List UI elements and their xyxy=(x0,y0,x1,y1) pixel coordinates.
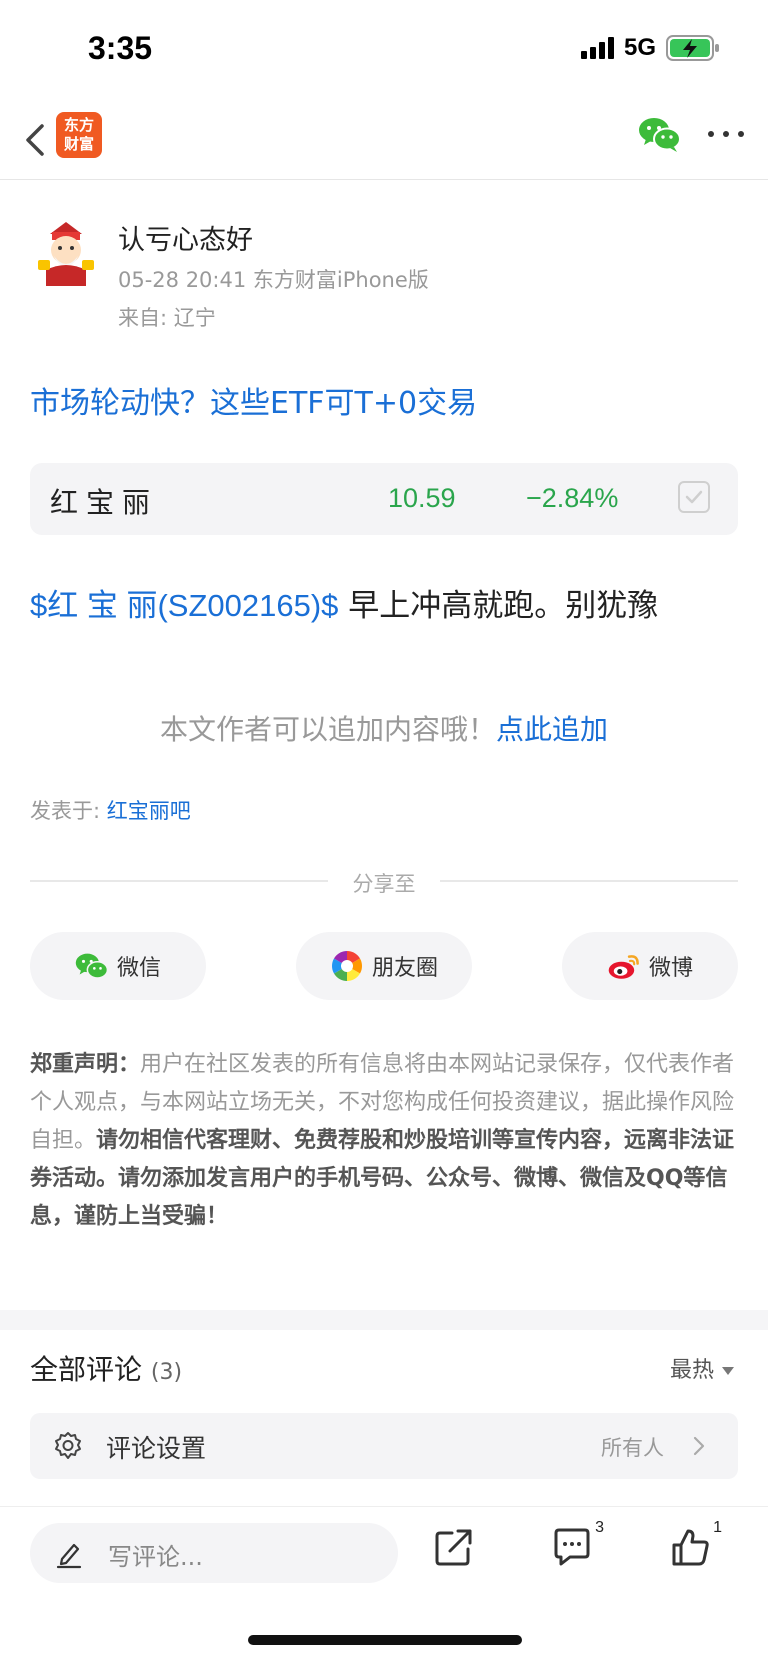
add-to-watchlist-checkbox-icon[interactable] xyxy=(678,481,710,513)
status-indicators: 5G xyxy=(580,34,720,62)
home-indicator xyxy=(248,1635,522,1645)
promo-link[interactable]: 市场轮动快？这些ETF可T+0交易 xyxy=(30,378,477,422)
append-text: 本文作者可以追加内容哦！ xyxy=(159,713,496,746)
comment-settings-label: 评论设置 xyxy=(106,1434,207,1463)
network-label: 5G xyxy=(623,34,656,61)
posted-in: 发表于: 红宝丽吧 xyxy=(30,795,191,825)
signal-icon xyxy=(580,37,614,59)
comment-count-badge: 3 xyxy=(595,1519,604,1536)
pencil-icon xyxy=(56,1543,82,1569)
share-moments-label: 朋友圈 xyxy=(371,956,438,981)
post-text: 早上冲高就跑。别犹豫 xyxy=(338,588,659,624)
disclaimer: 郑重声明：用户在社区发表的所有信息将由本网站记录保存，仅代表作者个人观点，与本网… xyxy=(30,1046,738,1236)
posted-in-label: 发表于: xyxy=(30,799,107,823)
status-time: 3:35 xyxy=(88,30,153,66)
sort-dropdown[interactable]: 最热 xyxy=(670,1352,734,1384)
write-comment-input[interactable]: 写评论... xyxy=(30,1523,398,1583)
comment-settings-value: 所有人 xyxy=(601,1436,664,1460)
more-dots-icon[interactable] xyxy=(708,122,744,146)
comment-bubble-icon xyxy=(554,1528,590,1566)
share-divider: 分享至 xyxy=(30,868,738,896)
wechat-icon xyxy=(75,953,109,979)
post-body: $红 宝 丽(SZ002165)$ 早上冲高就跑。别犹豫 xyxy=(30,580,658,625)
stock-quote-card[interactable]: 红宝丽 10.59 −2.84% xyxy=(30,463,738,535)
weibo-icon xyxy=(608,955,639,979)
bottom-action-bar: 写评论... 3 1 xyxy=(0,1506,768,1663)
comments-title: 全部评论 (3) xyxy=(30,1348,182,1388)
stock-price: 10.59 xyxy=(388,483,456,513)
like-count-badge: 1 xyxy=(713,1519,722,1536)
author-name[interactable]: 认亏心态好 xyxy=(118,218,253,257)
append-content-prompt: 本文作者可以追加内容哦！点此追加 xyxy=(0,708,768,748)
share-weibo-label: 微博 xyxy=(648,956,693,981)
disclaimer-warning: 请勿相信代客理财、免费荐股和炒股培训等宣传内容，远离非法证券活动。请勿添加发言用… xyxy=(30,1128,735,1229)
forum-link[interactable]: 红宝丽吧 xyxy=(107,799,191,823)
section-divider xyxy=(0,1310,768,1330)
comment-settings-row[interactable]: 评论设置 所有人 xyxy=(30,1413,738,1479)
wechat-share-icon[interactable] xyxy=(638,114,682,154)
sort-label: 最热 xyxy=(669,1358,714,1383)
back-chevron-icon[interactable] xyxy=(18,118,54,162)
comments-header: 全部评论 (3) 最热 xyxy=(30,1346,738,1390)
avatar[interactable] xyxy=(36,220,96,286)
caret-down-icon xyxy=(722,1367,734,1375)
share-wechat-button[interactable]: 微信 xyxy=(30,932,206,1000)
share-wechat-label: 微信 xyxy=(116,956,161,981)
comment-button[interactable]: 3 xyxy=(550,1519,604,1569)
comment-placeholder: 写评论... xyxy=(108,1543,203,1571)
gear-icon xyxy=(55,1432,81,1459)
append-link[interactable]: 点此追加 xyxy=(496,713,608,746)
stock-name: 红宝丽 xyxy=(50,486,159,519)
chevron-right-icon xyxy=(693,1436,705,1456)
post-time-source: 05-28 20:41 东方财富iPhone版 xyxy=(118,268,429,292)
thumbs-up-icon xyxy=(672,1529,709,1566)
share-buttons: 微信 朋友圈 微博 xyxy=(30,932,738,1000)
status-bar: 3:35 5G xyxy=(0,0,768,100)
top-nav: 东方 财富 xyxy=(0,100,768,180)
logo-line-2: 财富 xyxy=(63,135,94,153)
comments-count: (3) xyxy=(150,1360,183,1385)
like-button[interactable]: 1 xyxy=(668,1519,722,1569)
share-moments-button[interactable]: 朋友圈 xyxy=(296,932,472,1000)
share-weibo-button[interactable]: 微博 xyxy=(562,932,738,1000)
post-location: 来自: 辽宁 xyxy=(118,306,216,330)
logo-line-1: 东方 xyxy=(63,116,94,134)
moments-icon xyxy=(331,951,362,981)
battery-charging-icon xyxy=(666,35,719,61)
comments-title-label: 全部评论 xyxy=(30,1353,143,1386)
author-header: 认亏心态好 05-28 20:41 东方财富iPhone版 来自: 辽宁 xyxy=(30,210,740,340)
app-logo[interactable]: 东方 财富 xyxy=(56,112,102,158)
share-label: 分享至 xyxy=(352,872,416,896)
share-external-icon[interactable] xyxy=(432,1525,476,1569)
stock-change: −2.84% xyxy=(526,483,619,513)
stock-tag-link[interactable]: $红 宝 丽(SZ002165)$ xyxy=(30,588,338,623)
disclaimer-title: 郑重声明： xyxy=(30,1052,141,1077)
